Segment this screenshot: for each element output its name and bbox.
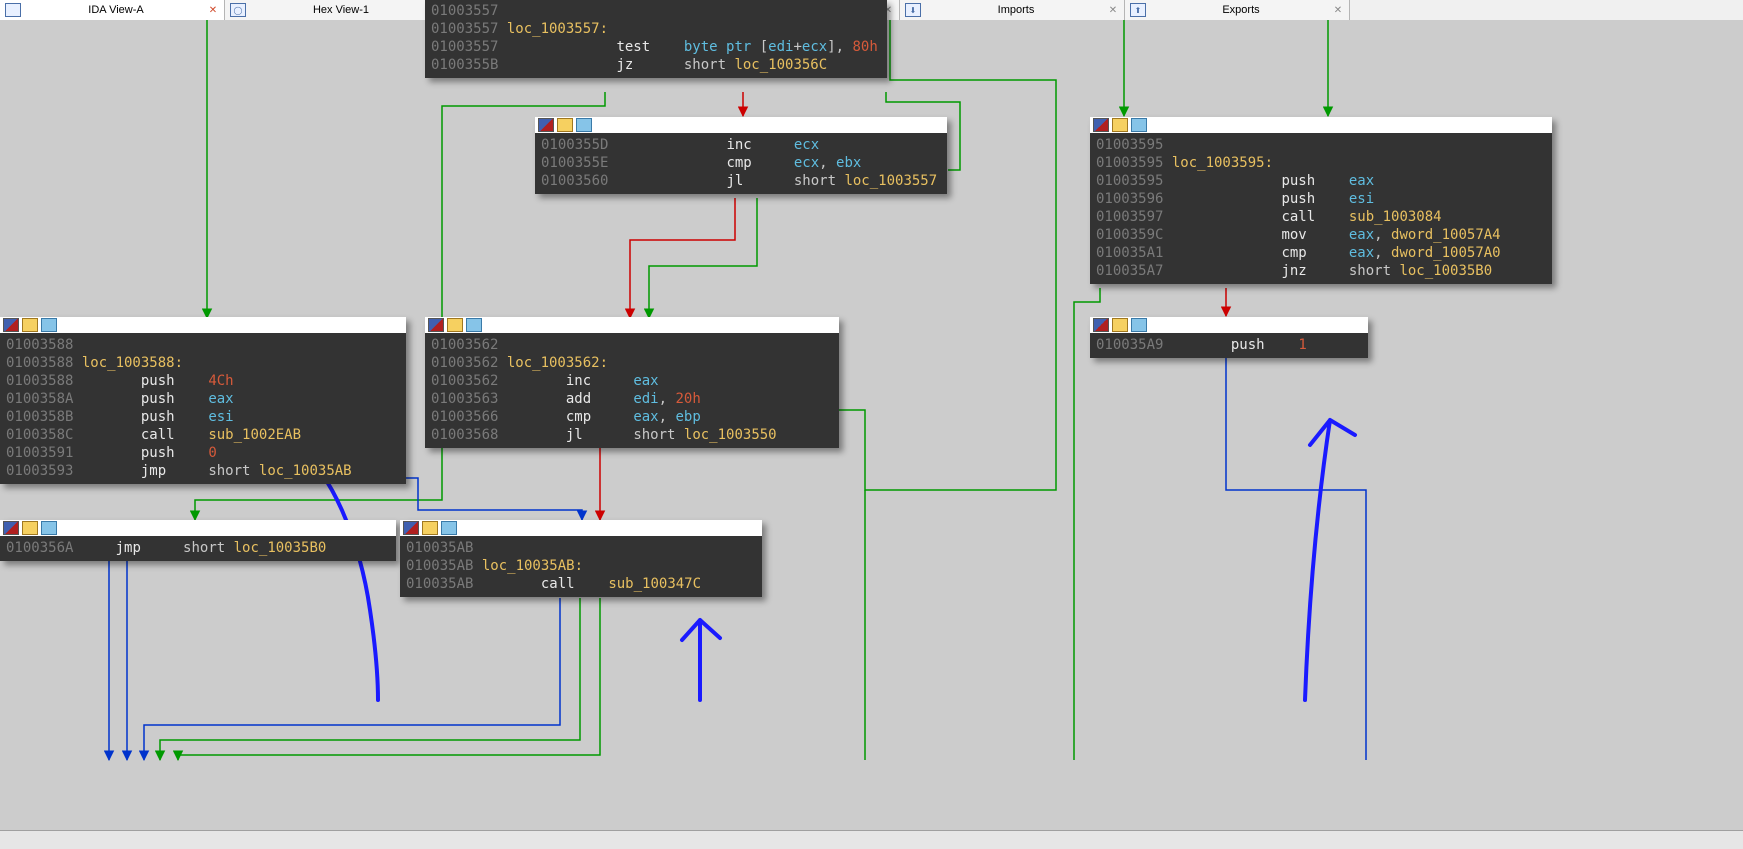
node-icon <box>1093 318 1109 332</box>
disasm-body: 01003588 01003588 loc_1003588: 01003588 … <box>0 334 406 484</box>
horizontal-scrollbar[interactable] <box>0 830 1743 849</box>
node-icon <box>428 318 444 332</box>
node-icon <box>41 318 57 332</box>
bb-loc-1003557[interactable]: 01003557 01003557 loc_1003557: 01003557 … <box>425 0 887 78</box>
disasm-body: 01003595 01003595 loc_1003595: 01003595 … <box>1090 134 1552 284</box>
node-icon <box>447 318 463 332</box>
tab-label: Imports <box>926 4 1106 16</box>
node-icon <box>538 118 554 132</box>
disasm-body: 0100356A jmp short loc_10035B0 <box>0 537 396 561</box>
bb-0100355D[interactable]: 0100355D inc ecx 0100355E cmp ecx, ebx 0… <box>535 117 947 194</box>
node-titlebar[interactable] <box>400 520 762 537</box>
node-icon <box>466 318 482 332</box>
node-icon <box>403 521 419 535</box>
tab-label: Hex View-1 <box>251 4 431 16</box>
tab-icon <box>4 2 22 18</box>
node-icon <box>1131 118 1147 132</box>
node-icon <box>1131 318 1147 332</box>
node-icon <box>576 118 592 132</box>
disasm-body: 01003562 01003562 loc_1003562: 01003562 … <box>425 334 839 448</box>
tab-icon: ⬆ <box>1129 2 1147 18</box>
tab-ida-view-a[interactable]: IDA View-A ✕ <box>0 0 225 20</box>
tab-hex-view-1[interactable]: ◯ Hex View-1 ✕ <box>225 0 450 20</box>
bb-010035A9[interactable]: 010035A9 push 1 <box>1090 317 1368 358</box>
close-icon[interactable]: ✕ <box>1106 3 1120 17</box>
node-titlebar[interactable] <box>425 317 839 334</box>
close-icon[interactable]: ✕ <box>206 3 220 17</box>
node-icon <box>1112 318 1128 332</box>
node-icon <box>22 521 38 535</box>
tab-icon: ⬇ <box>904 2 922 18</box>
bb-loc-1003595[interactable]: 01003595 01003595 loc_1003595: 01003595 … <box>1090 117 1552 284</box>
node-icon <box>1112 118 1128 132</box>
tab-label: Exports <box>1151 4 1331 16</box>
node-icon <box>3 521 19 535</box>
tab-exports[interactable]: ⬆ Exports ✕ <box>1125 0 1350 20</box>
node-icon <box>422 521 438 535</box>
close-icon[interactable]: ✕ <box>1331 3 1345 17</box>
tab-imports[interactable]: ⬇ Imports ✕ <box>900 0 1125 20</box>
disasm-body: 010035AB 010035AB loc_10035AB: 010035AB … <box>400 537 762 597</box>
node-titlebar[interactable] <box>535 117 947 134</box>
graph-view[interactable]: 01003557 01003557 loc_1003557: 01003557 … <box>0 20 1743 849</box>
node-icon <box>3 318 19 332</box>
disasm-body: 010035A9 push 1 <box>1090 334 1368 358</box>
node-titlebar[interactable] <box>1090 317 1368 334</box>
disasm-body: 0100355D inc ecx 0100355E cmp ecx, ebx 0… <box>535 134 947 194</box>
tab-icon: ◯ <box>229 2 247 18</box>
node-titlebar[interactable] <box>0 520 396 537</box>
node-icon <box>22 318 38 332</box>
node-icon <box>557 118 573 132</box>
tab-label: IDA View-A <box>26 4 206 16</box>
node-icon <box>441 521 457 535</box>
node-titlebar[interactable] <box>0 317 406 334</box>
node-titlebar[interactable] <box>1090 117 1552 134</box>
node-icon <box>1093 118 1109 132</box>
disasm-body: 01003557 01003557 loc_1003557: 01003557 … <box>425 0 887 78</box>
bb-loc-1003562[interactable]: 01003562 01003562 loc_1003562: 01003562 … <box>425 317 839 448</box>
bb-loc-1003588[interactable]: 01003588 01003588 loc_1003588: 01003588 … <box>0 317 406 484</box>
bb-0100356A[interactable]: 0100356A jmp short loc_10035B0 <box>0 520 396 561</box>
node-icon <box>41 521 57 535</box>
bb-loc-10035AB[interactable]: 010035AB 010035AB loc_10035AB: 010035AB … <box>400 520 762 597</box>
